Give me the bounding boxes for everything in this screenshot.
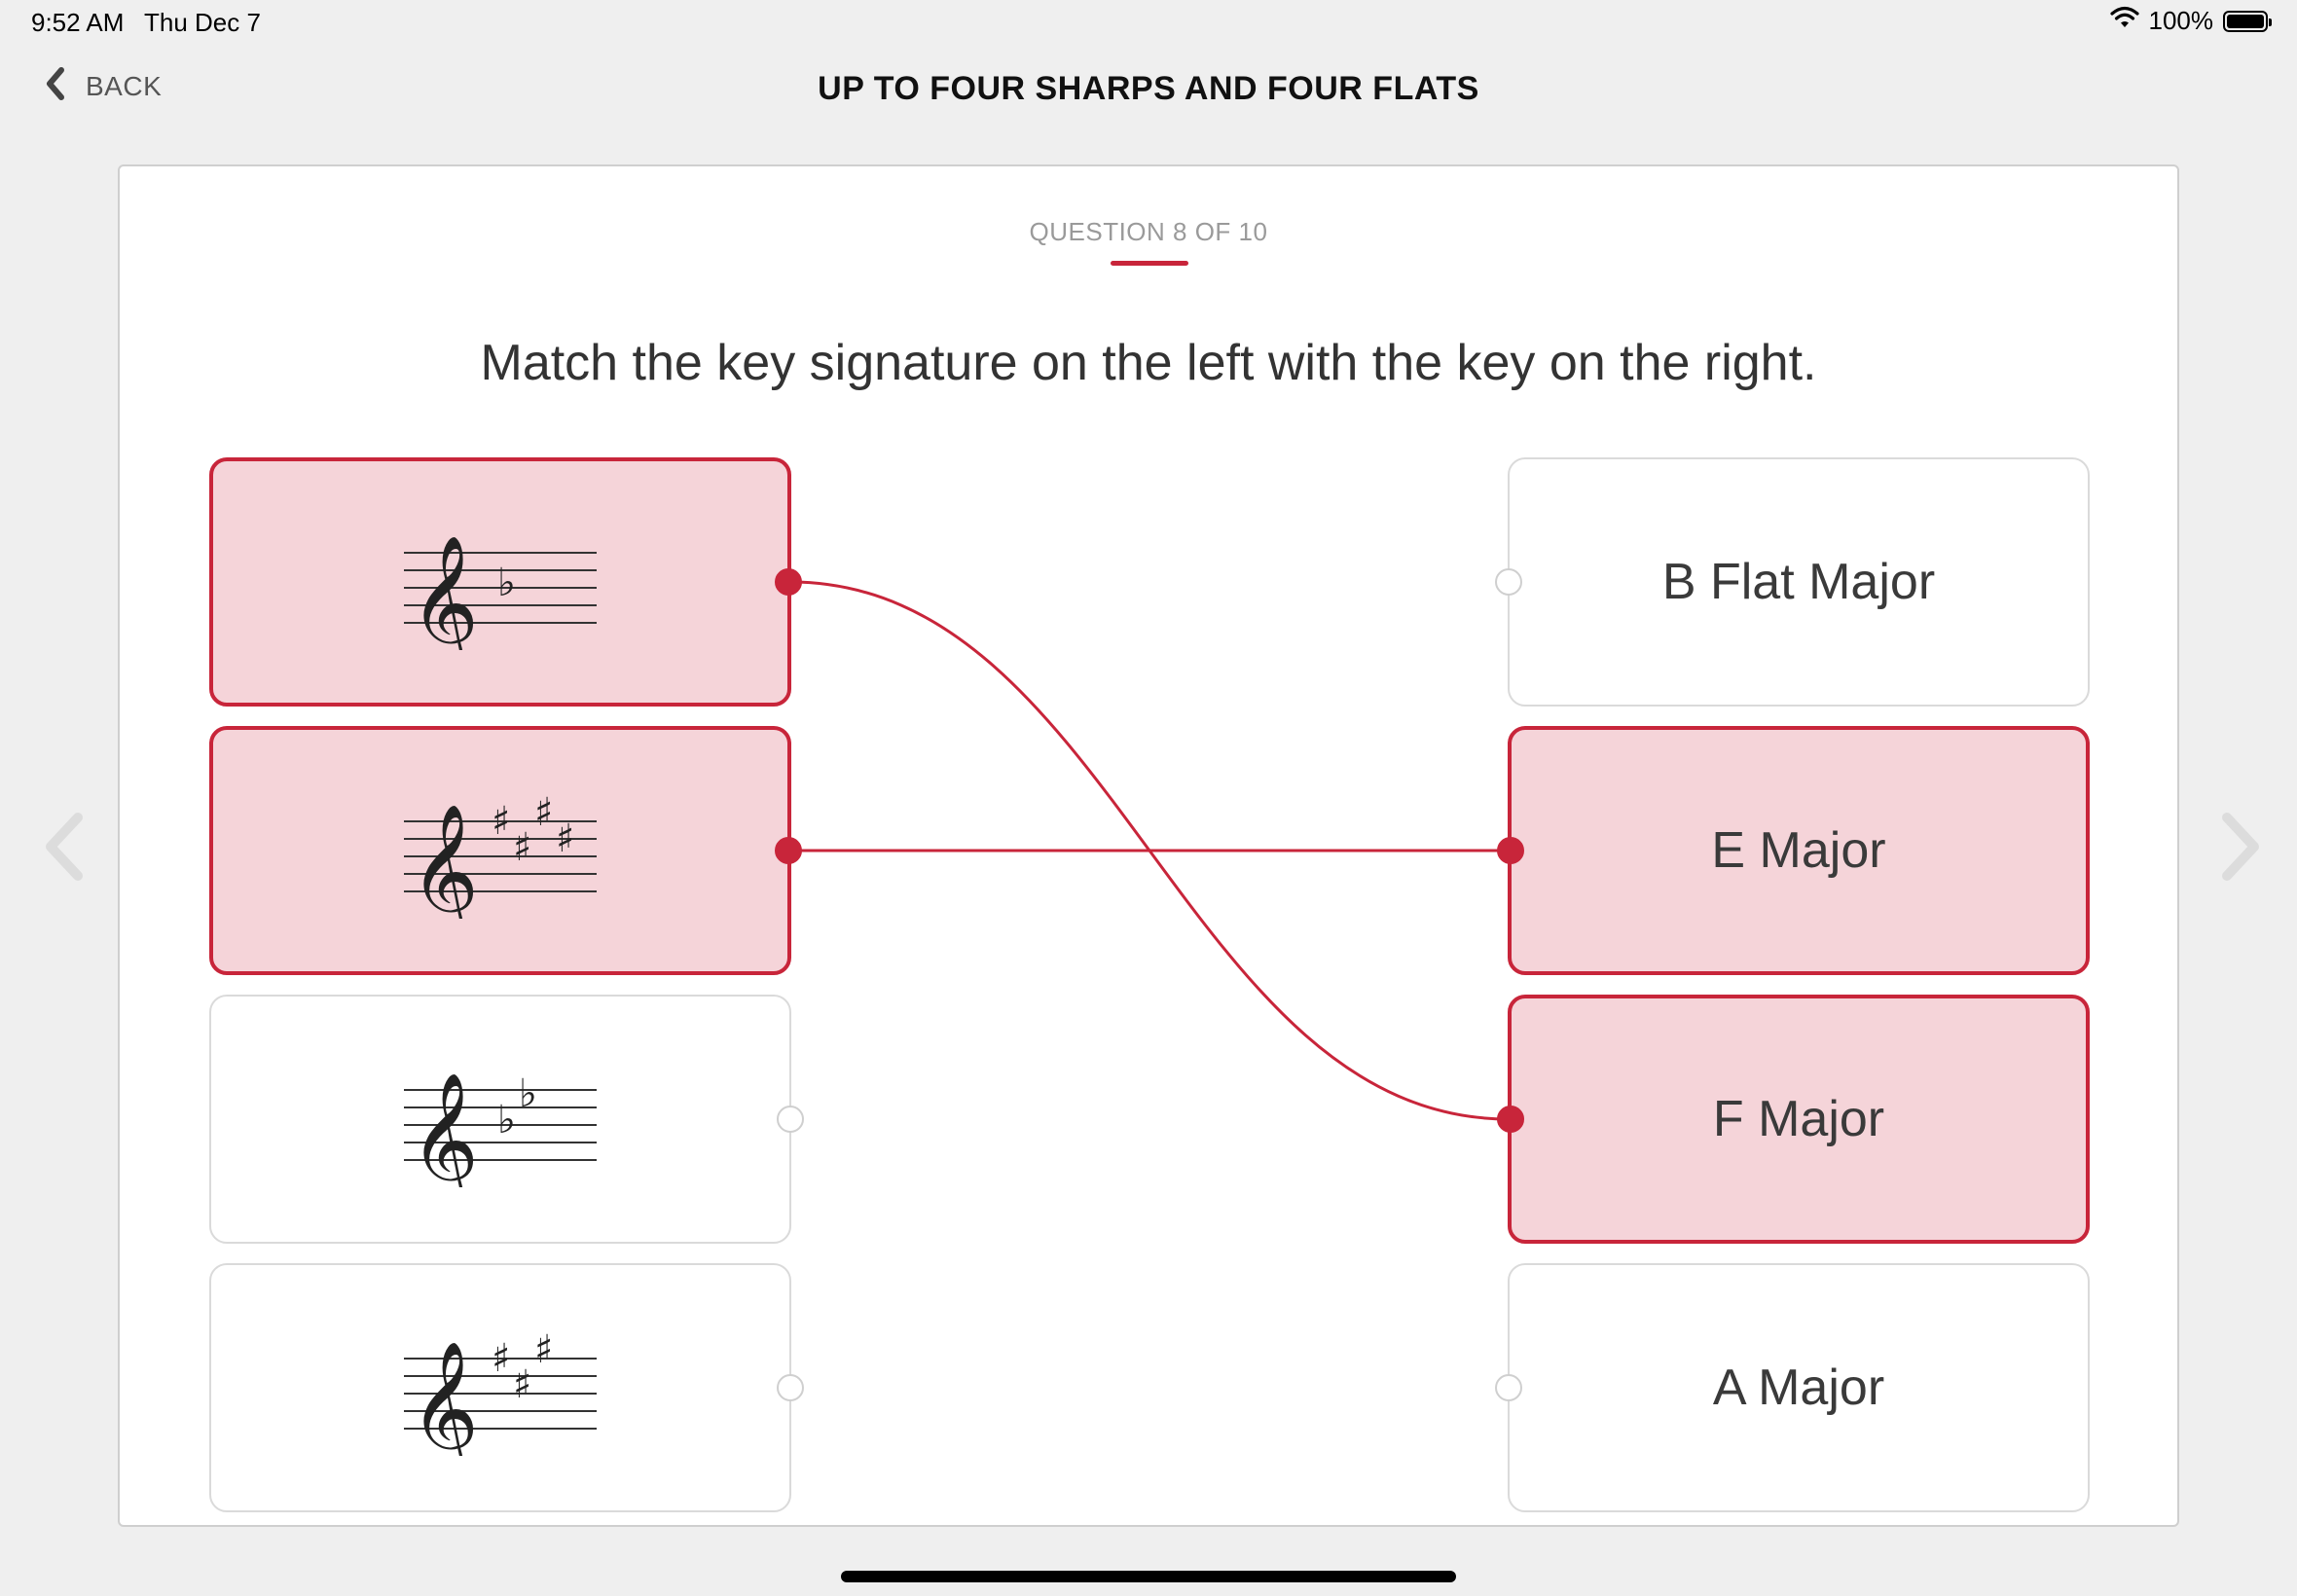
counter-underline [1111, 261, 1188, 266]
key-signature-tile[interactable]: 𝄞 ♯ ♯ ♯ [209, 1263, 804, 1512]
previous-question-button[interactable] [37, 810, 95, 884]
key-name-tile[interactable]: F Major [1497, 995, 2090, 1244]
key-label: F Major [1712, 1091, 1885, 1147]
sharp-icon: ♯ [534, 790, 553, 835]
key-label: B Flat Major [1661, 554, 1936, 610]
home-indicator[interactable] [841, 1571, 1456, 1582]
sharp-icon: ♯ [492, 799, 510, 844]
treble-clef-icon: 𝄞 [410, 1341, 479, 1456]
key-signature-tile[interactable]: 𝄞 ♯ ♯ ♯ ♯ [209, 726, 802, 975]
staff-three-sharps: 𝄞 ♯♯♯ [404, 1327, 597, 1456]
sharp-icon: ♯ [534, 1327, 553, 1372]
connector-dot[interactable] [775, 568, 802, 596]
staff-two-flats: 𝄞 ♭♭ [404, 1071, 597, 1187]
question-counter: QUESTION 8 OF 10 [1029, 217, 1268, 246]
treble-clef-icon: 𝄞 [410, 535, 479, 650]
quiz-card: QUESTION 8 OF 10 Match the key signature… [118, 164, 2179, 1527]
key-label: A Major [1712, 1360, 1885, 1416]
flat-icon: ♭ [497, 561, 516, 605]
sharp-icon: ♯ [513, 825, 531, 870]
connector-dot[interactable] [777, 1374, 804, 1401]
key-name-tile[interactable]: E Major [1497, 726, 2090, 975]
flat-icon: ♭ [497, 1098, 516, 1143]
connector-dot[interactable] [1495, 1374, 1522, 1401]
wifi-icon [2109, 6, 2139, 36]
status-bar: 9:52 AM Thu Dec 7 100% [0, 0, 2297, 47]
connector-dot[interactable] [1495, 568, 1522, 596]
page-title: UP TO FOUR SHARPS AND FOUR FLATS [818, 70, 1479, 107]
status-indicators: 100% [2109, 6, 2272, 36]
battery-icon [2223, 10, 2272, 32]
status-date: Thu Dec 7 [144, 8, 261, 37]
key-label: E Major [1711, 822, 1886, 879]
key-signature-tile[interactable]: 𝄞 ♭ [209, 457, 802, 707]
flat-icon: ♭ [519, 1071, 537, 1116]
treble-clef-icon: 𝄞 [410, 804, 479, 919]
key-name-tile[interactable]: B Flat Major [1495, 457, 2090, 707]
connector-dot[interactable] [775, 837, 802, 864]
chevron-right-icon [2222, 813, 2259, 881]
sharp-icon: ♯ [513, 1362, 531, 1407]
key-signature-tile[interactable]: 𝄞 ♭ ♭ [209, 995, 804, 1244]
treble-clef-icon: 𝄞 [410, 1072, 479, 1187]
connector-dot[interactable] [1497, 837, 1524, 864]
staff-one-flat: 𝄞 ♭ [404, 535, 597, 650]
connector-dot[interactable] [777, 1106, 804, 1133]
sharp-icon: ♯ [492, 1336, 510, 1381]
chevron-left-icon [46, 813, 83, 881]
match-connector-line [789, 580, 1510, 1121]
sharp-icon: ♯ [556, 816, 574, 861]
connector-dot[interactable] [1497, 1106, 1524, 1133]
next-question-button[interactable] [2209, 810, 2268, 884]
key-name-tile[interactable]: A Major [1495, 1263, 2090, 1512]
staff-four-sharps: 𝄞 ♯♯♯♯ [404, 790, 597, 919]
nav-bar: BACK UP TO FOUR SHARPS AND FOUR FLATS [0, 58, 2297, 121]
instruction-text: Match the key signature on the left with… [480, 335, 1817, 391]
battery-percent: 100% [2148, 6, 2214, 35]
status-time: 9:52 AM [31, 8, 125, 37]
